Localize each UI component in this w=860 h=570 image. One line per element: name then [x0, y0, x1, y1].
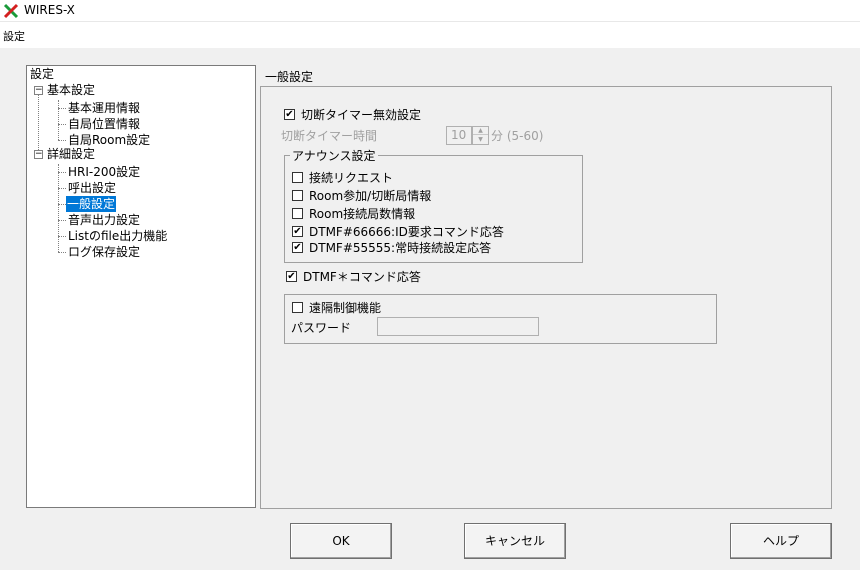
announce-groupbox-legend: アナウンス設定	[290, 147, 378, 164]
tree-connector	[58, 108, 66, 109]
connect-request-label: 接続リクエスト	[309, 170, 394, 185]
disconnect-timer-unit: 分 (5-60)	[491, 129, 544, 143]
collapse-icon[interactable]: −	[34, 150, 43, 159]
tree-connector	[38, 94, 39, 156]
ok-button[interactable]: OK	[290, 523, 392, 559]
dtmf-55555-checkbox[interactable]: ✔	[292, 241, 303, 253]
menu-settings[interactable]: 設定	[3, 28, 25, 44]
tree-connector	[58, 188, 66, 189]
dtmf-66666-checkbox[interactable]: ✔	[292, 225, 303, 237]
settings-tree[interactable]: 設定 − 基本設定 基本運用情報 自局位置情報 自局Room設定 − 詳細設定 …	[26, 65, 256, 508]
room-join-checkbox[interactable]	[292, 189, 303, 201]
disconnect-timer-disable-label: 切断タイマー無効設定	[301, 107, 422, 122]
password-label: パスワード	[291, 321, 352, 335]
tree-item-general-selected[interactable]: 一般設定	[66, 196, 117, 212]
disconnect-timer-disable-checkbox[interactable]: ✔	[284, 108, 295, 120]
tree-item-audio-output[interactable]: 音声出力設定	[67, 212, 141, 228]
room-count-label: Room接続局数情報	[309, 206, 416, 221]
dtmf-star-checkbox[interactable]: ✔	[286, 270, 297, 282]
tree-connector	[58, 252, 66, 253]
tree-item-station-position[interactable]: 自局位置情報	[67, 116, 141, 132]
disconnect-timer-input[interactable]: 10	[446, 126, 472, 145]
disconnect-timer-label: 切断タイマー時間	[281, 129, 378, 143]
tree-connector	[58, 220, 66, 221]
tree-item-hri200[interactable]: HRI-200設定	[67, 164, 141, 180]
tree-connector	[58, 204, 66, 205]
help-button[interactable]: ヘルプ	[730, 523, 832, 559]
announce-item-dtmf-55555[interactable]: ✔ DTMF#55555:常時接続設定応答	[292, 238, 491, 256]
tree-item-list-file-output[interactable]: Listのfile出力機能	[67, 228, 168, 244]
password-input[interactable]	[377, 317, 539, 336]
tree-item-basic[interactable]: 基本設定	[46, 82, 96, 98]
tree-item-basic-operation[interactable]: 基本運用情報	[67, 100, 141, 116]
announce-item-room-join[interactable]: Room参加/切断局情報	[292, 186, 431, 204]
title-bar: WIRES-X	[0, 0, 860, 22]
wires-x-logo-icon	[3, 3, 19, 19]
tree-item-detail[interactable]: 詳細設定	[46, 146, 96, 162]
remote-control-label: 遠隔制御機能	[309, 300, 382, 315]
spin-up-icon[interactable]: ▲	[473, 127, 488, 135]
connect-request-checkbox[interactable]	[292, 171, 303, 183]
collapse-icon[interactable]: −	[34, 86, 43, 95]
room-join-label: Room参加/切断局情報	[309, 188, 432, 203]
disconnect-timer-spinner[interactable]: ▲ ▼	[472, 126, 489, 145]
tree-connector	[58, 124, 66, 125]
room-count-checkbox[interactable]	[292, 207, 303, 219]
announce-item-room-count[interactable]: Room接続局数情報	[292, 204, 415, 222]
tree-item-call[interactable]: 呼出設定	[67, 180, 117, 196]
tree-item-log-save[interactable]: ログ保存設定	[67, 244, 141, 260]
window-title: WIRES-X	[24, 3, 75, 17]
disconnect-timer-disable-row[interactable]: ✔ 切断タイマー無効設定	[284, 105, 421, 123]
tree-connector	[58, 236, 66, 237]
menu-bar: 設定	[0, 22, 860, 48]
dtmf-66666-label: DTMF#66666:ID要求コマンド応答	[309, 224, 504, 239]
dtmf-55555-label: DTMF#55555:常時接続設定応答	[309, 240, 492, 255]
tree-item-root[interactable]: 設定	[29, 66, 55, 82]
remote-control-row[interactable]: 遠隔制御機能	[292, 298, 381, 316]
tree-connector	[58, 140, 66, 141]
panel-title: 一般設定	[265, 70, 314, 84]
tree-connector	[58, 172, 66, 173]
announce-item-connect-request[interactable]: 接続リクエスト	[292, 168, 393, 186]
tree-connector	[58, 100, 59, 140]
tree-connector	[58, 164, 59, 252]
spin-down-icon[interactable]: ▼	[473, 136, 488, 144]
dtmf-star-label: DTMF＊コマンド応答	[303, 269, 421, 284]
cancel-button[interactable]: キャンセル	[464, 523, 566, 559]
dtmf-star-row[interactable]: ✔ DTMF＊コマンド応答	[286, 267, 421, 285]
remote-control-checkbox[interactable]	[292, 301, 303, 313]
